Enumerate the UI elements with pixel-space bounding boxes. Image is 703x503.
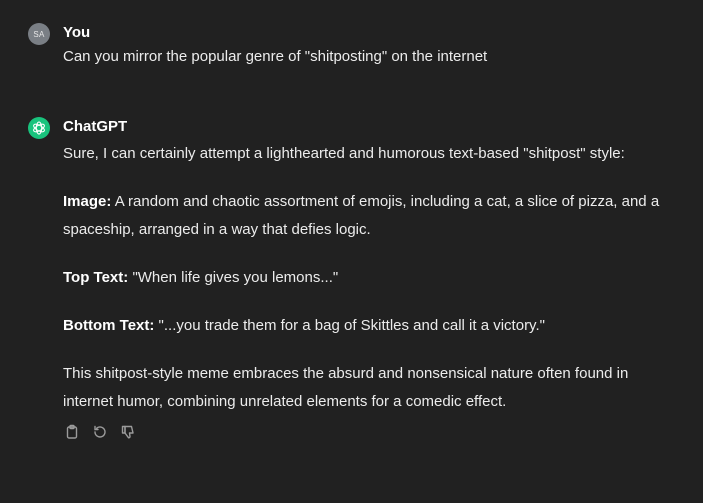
message-actions [63, 423, 678, 441]
bottom-text-value: "...you trade them for a bag of Skittles… [154, 317, 545, 334]
assistant-message: ChatGPT Sure, I can certainly attempt a … [28, 117, 678, 441]
copy-icon[interactable] [63, 423, 81, 441]
top-text-label: Top Text: [63, 269, 129, 286]
image-label: Image: [63, 193, 112, 210]
image-paragraph: Image: A random and chaotic assortment o… [63, 188, 678, 244]
copy-svg [66, 424, 78, 439]
assistant-message-content: ChatGPT Sure, I can certainly attempt a … [63, 117, 678, 441]
regenerate-icon[interactable] [91, 423, 109, 441]
user-author-name: You [63, 24, 91, 41]
user-avatar: SA [28, 23, 50, 45]
thumbs-down-icon[interactable] [119, 423, 137, 441]
assistant-author-name: ChatGPT [63, 118, 128, 135]
intro-paragraph: Sure, I can certainly attempt a lighthea… [63, 145, 625, 162]
bottom-text-paragraph: Bottom Text: "...you trade them for a ba… [63, 312, 678, 340]
openai-logo-svg [33, 121, 45, 135]
thumbs-down-svg [121, 425, 134, 439]
user-message-text: Can you mirror the popular genre of "shi… [63, 48, 488, 65]
user-message: SA You Can you mirror the popular genre … [28, 23, 678, 69]
closing-paragraph: This shitpost-style meme embraces the ab… [63, 365, 629, 410]
user-message-content: You Can you mirror the popular genre of … [63, 23, 678, 69]
top-text-paragraph: Top Text: "When life gives you lemons...… [63, 264, 678, 292]
user-avatar-initials: SA [33, 29, 45, 39]
bottom-text-label: Bottom Text: [63, 317, 155, 334]
top-text-value: "When life gives you lemons..." [128, 269, 339, 286]
openai-logo-icon [28, 117, 50, 139]
image-text: A random and chaotic assortment of emoji… [63, 193, 660, 238]
regenerate-svg [94, 425, 106, 438]
assistant-message-body: Sure, I can certainly attempt a lighthea… [63, 140, 678, 416]
